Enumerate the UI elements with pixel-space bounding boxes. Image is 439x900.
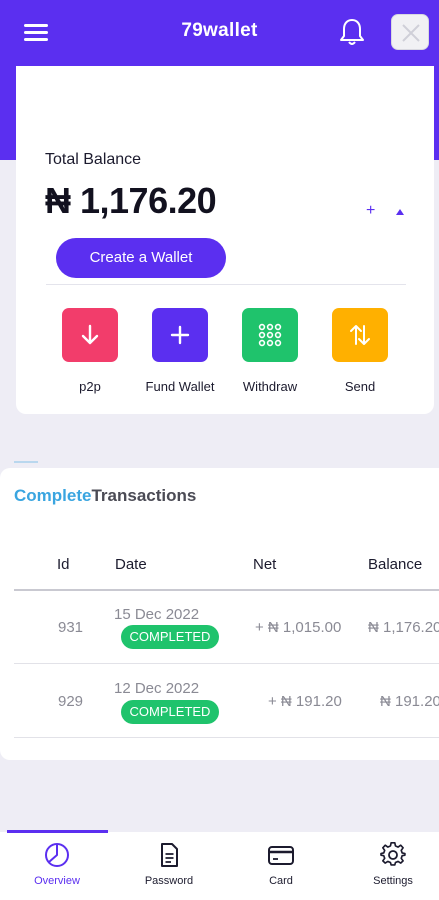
row-divider	[14, 663, 439, 664]
nav-card-label: Card	[269, 875, 293, 887]
add-balance-icon[interactable]: +	[366, 202, 375, 220]
status-badge: COMPLETED	[121, 700, 219, 724]
gear-icon	[380, 842, 406, 866]
column-header-date: Date	[115, 556, 147, 573]
withdraw-button[interactable]: Withdraw	[225, 308, 315, 394]
section-accent-line	[14, 461, 38, 463]
avatar-placeholder-icon	[402, 24, 420, 42]
collapse-caret-icon[interactable]	[396, 209, 404, 215]
card-divider	[46, 284, 406, 285]
arrow-down-icon	[81, 324, 99, 345]
create-wallet-button[interactable]: Create a Wallet	[56, 238, 226, 278]
nav-password[interactable]: Password	[124, 842, 214, 887]
send-button[interactable]: Send	[315, 308, 405, 394]
nav-overview-label: Overview	[34, 875, 80, 887]
swap-arrows-icon	[350, 325, 370, 345]
fund-wallet-tile	[152, 308, 208, 362]
status-badge: COMPLETED	[121, 625, 219, 649]
nav-settings-label: Settings	[373, 875, 413, 887]
send-tile	[332, 308, 388, 362]
table-header-divider	[14, 589, 439, 591]
row-balance: ₦ 1,176.20	[368, 619, 439, 636]
withdraw-tile	[242, 308, 298, 362]
fund-wallet-button[interactable]: Fund Wallet	[135, 308, 225, 394]
document-icon	[161, 843, 178, 867]
row-id: 931	[58, 619, 84, 636]
p2p-tile	[62, 308, 118, 362]
nav-settings[interactable]: Settings	[348, 842, 438, 887]
row-date: 15 Dec 2022	[114, 606, 200, 623]
row-net: + ₦ 1,015.00	[255, 619, 342, 636]
total-balance-label: Total Balance	[45, 151, 142, 168]
transactions-title-transactions: Transactions	[91, 486, 197, 505]
row-net: + ₦ 191.20	[268, 693, 342, 710]
nav-card[interactable]: Card	[236, 842, 326, 887]
column-header-id: Id	[57, 556, 70, 573]
p2p-label: p2p	[79, 379, 101, 394]
active-tab-indicator	[7, 830, 108, 833]
credit-card-icon	[268, 846, 294, 865]
row-balance: ₦ 191.20	[380, 693, 439, 710]
transactions-card	[0, 468, 439, 760]
withdraw-label: Withdraw	[242, 379, 298, 394]
app-title: 79wallet	[181, 20, 258, 41]
pie-chart-icon	[45, 843, 69, 867]
nav-password-label: Password	[144, 875, 194, 887]
p2p-button[interactable]: p2p	[45, 308, 135, 394]
fund-wallet-label: Fund Wallet	[145, 379, 215, 394]
total-balance-amount: ₦ 1,176.20	[45, 180, 217, 221]
column-header-net: Net	[253, 556, 277, 573]
transactions-title: CompleteTransactions	[14, 486, 196, 506]
grid-dots-icon	[258, 323, 282, 347]
column-header-balance: Balance	[368, 556, 423, 573]
nav-overview[interactable]: Overview	[12, 842, 102, 887]
row-date: 12 Dec 2022	[114, 680, 200, 697]
row-id: 929	[58, 693, 84, 710]
transactions-title-complete: Complete	[14, 486, 92, 505]
row-divider	[14, 737, 439, 738]
bell-icon[interactable]	[338, 17, 366, 47]
send-label: Send	[344, 379, 376, 394]
plus-icon	[170, 325, 190, 345]
avatar[interactable]	[391, 14, 429, 50]
